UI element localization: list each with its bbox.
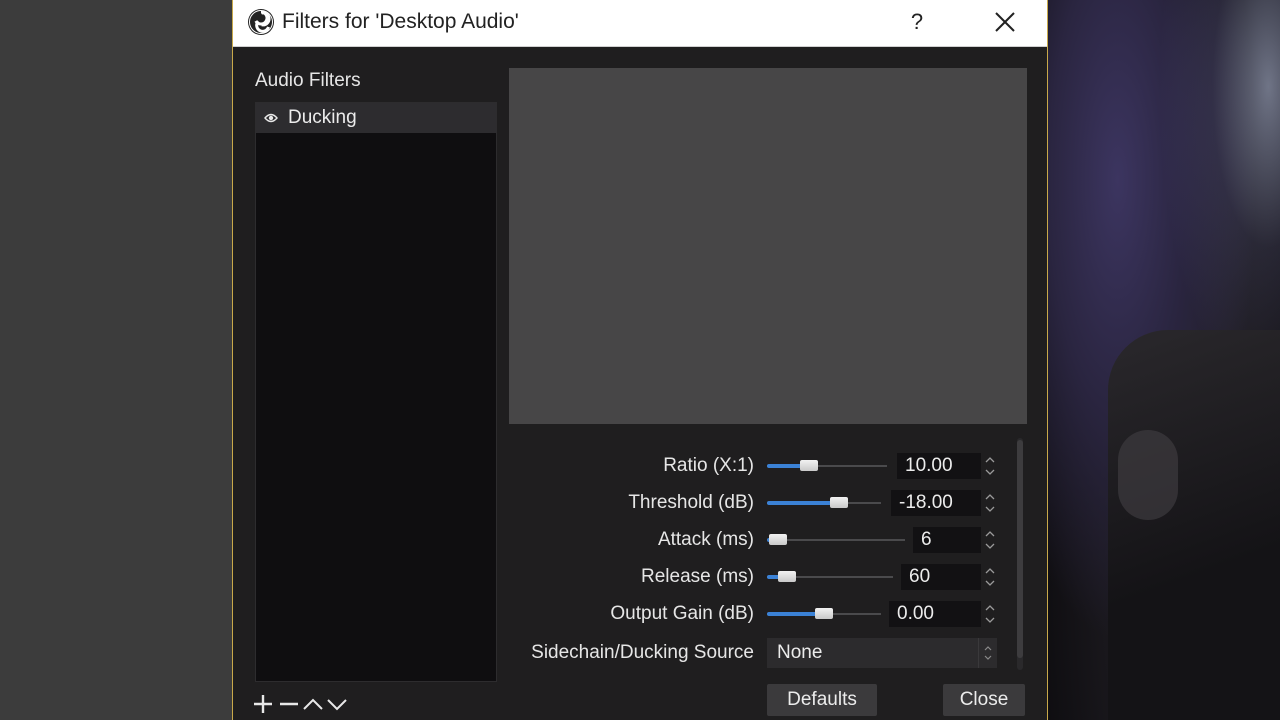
- release-slider[interactable]: [767, 571, 893, 583]
- filter-list[interactable]: Ducking: [255, 102, 497, 682]
- attack-label: Attack (ms): [657, 529, 754, 550]
- sidechain-label: Sidechain/Ducking Source: [531, 642, 754, 663]
- output-gain-spinbox[interactable]: 0.00: [889, 601, 981, 627]
- release-value: 60: [909, 566, 931, 587]
- output-gain-slider[interactable]: [767, 608, 881, 620]
- slider-fill: [767, 464, 804, 468]
- attack-value: 6: [921, 529, 932, 550]
- attack-slider[interactable]: [767, 534, 905, 546]
- slider-handle[interactable]: [830, 497, 848, 508]
- filter-item-ducking[interactable]: Ducking: [256, 103, 496, 133]
- filter-item-label: Ducking: [288, 107, 357, 128]
- close-icon[interactable]: [985, 6, 1025, 38]
- release-spinbox[interactable]: 60: [901, 564, 981, 590]
- spin-arrows-icon[interactable]: [983, 564, 997, 590]
- threshold-label: Threshold (dB): [628, 492, 754, 513]
- sidechain-value: None: [777, 642, 823, 663]
- spin-arrows-icon[interactable]: [983, 527, 997, 553]
- slider-handle[interactable]: [800, 460, 818, 471]
- title-bar[interactable]: Filters for 'Desktop Audio' ?: [233, 0, 1047, 47]
- output-gain-value: 0.00: [897, 603, 934, 624]
- filters-dialog: Filters for 'Desktop Audio' ? Audio Filt…: [232, 0, 1048, 720]
- background-chair: [1108, 330, 1280, 720]
- attack-spinbox[interactable]: 6: [913, 527, 981, 553]
- eye-icon[interactable]: [264, 112, 278, 124]
- threshold-spinbox[interactable]: -18.00: [891, 490, 981, 516]
- background-right: [1048, 0, 1280, 720]
- slider-track: [767, 539, 905, 541]
- properties-scrollbar[interactable]: [1017, 438, 1023, 670]
- threshold-slider[interactable]: [767, 497, 881, 509]
- spin-arrows-icon[interactable]: [983, 490, 997, 516]
- window-title: Filters for 'Desktop Audio': [282, 10, 519, 33]
- background-left: [0, 0, 232, 720]
- minus-icon[interactable]: [277, 690, 301, 718]
- release-label: Release (ms): [641, 566, 754, 587]
- chevron-up-down-icon: [978, 638, 992, 668]
- background-object: [1118, 430, 1178, 520]
- help-button[interactable]: ?: [897, 6, 937, 38]
- plus-icon[interactable]: [251, 690, 275, 718]
- slider-fill: [767, 612, 819, 616]
- chevron-down-icon[interactable]: [325, 690, 349, 718]
- close-button[interactable]: Close: [943, 684, 1025, 716]
- slider-handle[interactable]: [815, 608, 833, 619]
- threshold-value: -18.00: [899, 492, 953, 513]
- defaults-button[interactable]: Defaults: [767, 684, 877, 716]
- filter-preview: [509, 68, 1027, 424]
- filter-list-toolbar: [251, 690, 361, 718]
- obs-logo-icon: [248, 9, 274, 35]
- slider-handle[interactable]: [769, 534, 787, 545]
- sidechain-select[interactable]: None: [767, 638, 997, 668]
- chevron-up-icon[interactable]: [301, 690, 325, 718]
- audio-filters-label: Audio Filters: [255, 70, 361, 91]
- ratio-label: Ratio (X:1): [663, 455, 754, 476]
- ratio-value: 10.00: [905, 455, 953, 476]
- ratio-spinbox[interactable]: 10.00: [897, 453, 981, 479]
- spin-arrows-icon[interactable]: [983, 601, 997, 627]
- output-gain-label: Output Gain (dB): [610, 603, 754, 624]
- slider-fill: [767, 501, 834, 505]
- spin-arrows-icon[interactable]: [983, 453, 997, 479]
- scrollbar-thumb[interactable]: [1017, 440, 1023, 658]
- ratio-slider[interactable]: [767, 460, 887, 472]
- slider-handle[interactable]: [778, 571, 796, 582]
